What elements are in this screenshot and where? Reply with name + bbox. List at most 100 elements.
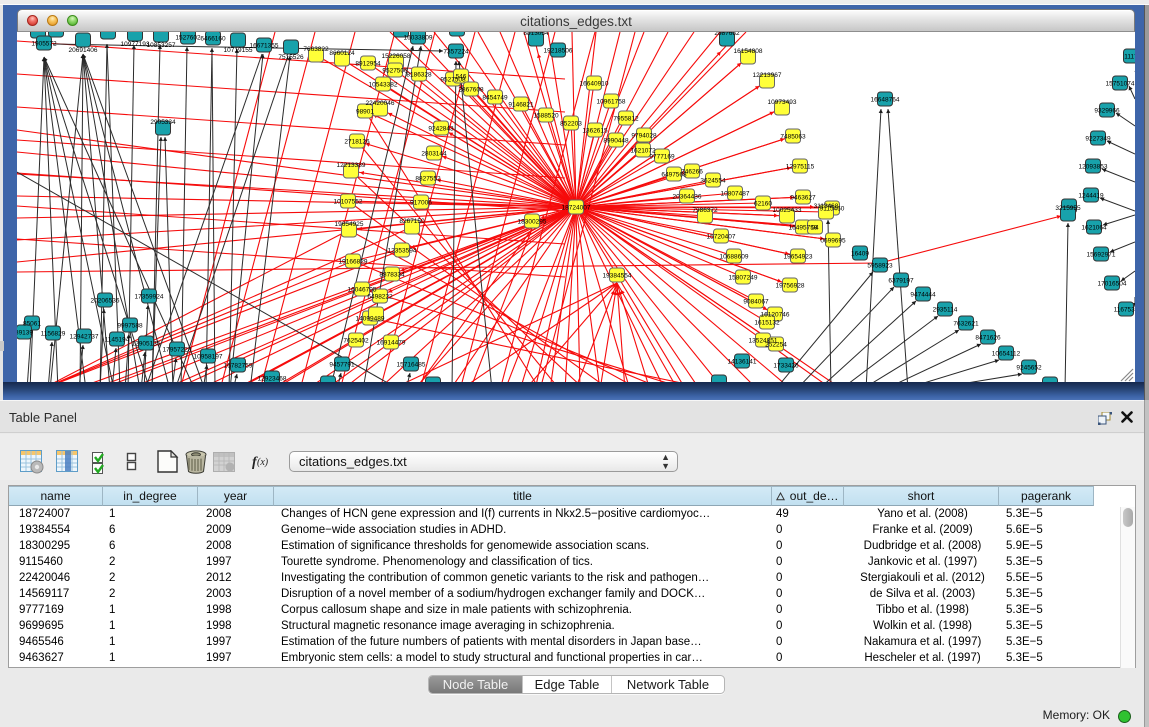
svg-text:9242843: 9242843 bbox=[428, 126, 454, 133]
svg-text:917006: 917006 bbox=[410, 200, 432, 207]
svg-text:852203: 852203 bbox=[560, 121, 582, 128]
svg-text:10961758: 10961758 bbox=[597, 99, 626, 106]
svg-text:2935114: 2935114 bbox=[933, 307, 958, 314]
svg-text:252254: 252254 bbox=[765, 342, 787, 349]
svg-text:9997588: 9997588 bbox=[117, 323, 143, 330]
svg-text:19166829: 19166829 bbox=[339, 259, 368, 266]
svg-text:7625402: 7625402 bbox=[343, 338, 369, 345]
svg-text:16914479: 16914479 bbox=[377, 340, 406, 347]
svg-text:22420046: 22420046 bbox=[366, 100, 395, 107]
svg-text:6498222: 6498222 bbox=[367, 294, 393, 301]
svg-text:12942737: 12942737 bbox=[70, 334, 99, 341]
svg-text:19756928: 19756928 bbox=[776, 283, 805, 290]
svg-text:3215955: 3215955 bbox=[1055, 205, 1081, 212]
svg-text:15751074: 15751074 bbox=[1106, 81, 1135, 88]
svg-text:1588520: 1588520 bbox=[533, 113, 559, 120]
svg-text:8878334: 8878334 bbox=[379, 272, 405, 279]
svg-text:12093853: 12093853 bbox=[1079, 164, 1108, 171]
svg-text:16782759: 16782759 bbox=[224, 363, 253, 370]
svg-text:2887682: 2887682 bbox=[714, 32, 740, 37]
svg-text:16033809: 16033809 bbox=[404, 35, 433, 42]
svg-text:8267150: 8267150 bbox=[399, 218, 425, 225]
svg-text:8454749: 8454749 bbox=[482, 95, 508, 102]
svg-text:16120746: 16120746 bbox=[761, 312, 790, 319]
svg-text:7663822: 7663822 bbox=[303, 46, 329, 53]
svg-text:14099489: 14099489 bbox=[356, 316, 385, 323]
svg-text:85061: 85061 bbox=[23, 321, 41, 328]
svg-text:6466160: 6466160 bbox=[200, 36, 226, 43]
svg-text:17359924: 17359924 bbox=[135, 294, 164, 301]
svg-text:1117: 1117 bbox=[1124, 54, 1135, 61]
svg-text:8660124: 8660124 bbox=[329, 50, 355, 57]
svg-text:15692971: 15692971 bbox=[1087, 252, 1116, 259]
svg-text:9457791: 9457791 bbox=[329, 362, 355, 369]
svg-text:7632621: 7632621 bbox=[953, 321, 979, 328]
svg-text:(x): (x) bbox=[257, 457, 269, 468]
svg-text:1145194: 1145194 bbox=[105, 337, 130, 344]
svg-text:9474444: 9474444 bbox=[910, 292, 936, 299]
svg-text:1615132: 1615132 bbox=[754, 320, 780, 327]
svg-text:19654923: 19654923 bbox=[784, 254, 813, 261]
svg-text:10025433: 10025433 bbox=[773, 207, 802, 214]
svg-text:9794028: 9794028 bbox=[631, 133, 657, 140]
svg-text:62160: 62160 bbox=[754, 201, 772, 208]
svg-text:10973493: 10973493 bbox=[768, 99, 797, 106]
svg-text:15226058: 15226058 bbox=[382, 53, 411, 60]
svg-text:17016504: 17016504 bbox=[1098, 281, 1127, 288]
svg-text:1167533: 1167533 bbox=[1114, 307, 1135, 314]
svg-text:10719155: 10719155 bbox=[224, 47, 253, 54]
svg-text:16409: 16409 bbox=[851, 251, 869, 258]
svg-text:16648764: 16648764 bbox=[871, 97, 900, 104]
svg-text:10958197: 10958197 bbox=[194, 354, 223, 361]
svg-text:10807487: 10807487 bbox=[721, 191, 750, 198]
svg-text:8186328: 8186328 bbox=[406, 72, 432, 79]
svg-text:9146821: 9146821 bbox=[508, 102, 534, 109]
svg-text:5958923: 5958923 bbox=[867, 263, 893, 270]
svg-text:1527602: 1527602 bbox=[175, 35, 201, 42]
svg-text:3624554: 3624554 bbox=[700, 178, 726, 185]
svg-text:1244419: 1244419 bbox=[1078, 193, 1104, 200]
svg-text:8912954: 8912954 bbox=[355, 61, 381, 68]
svg-text:2905334: 2905334 bbox=[150, 119, 176, 126]
svg-text:8827552: 8827552 bbox=[415, 176, 441, 183]
svg-text:98901: 98901 bbox=[356, 109, 374, 116]
svg-text:9463627: 9463627 bbox=[790, 195, 816, 202]
svg-text:10977193: 10977193 bbox=[121, 41, 150, 48]
svg-text:9329966: 9329966 bbox=[1094, 108, 1120, 115]
svg-text:0699695: 0699695 bbox=[820, 238, 846, 245]
svg-text:9777169: 9777169 bbox=[649, 154, 675, 161]
svg-text:16640910: 16640910 bbox=[580, 81, 609, 88]
svg-text:1621064: 1621064 bbox=[1081, 225, 1107, 232]
svg-text:1156829: 1156829 bbox=[41, 331, 66, 338]
svg-text:12213967: 12213967 bbox=[753, 72, 782, 79]
svg-text:8813054: 8813054 bbox=[523, 32, 549, 37]
svg-text:12353594: 12353594 bbox=[388, 248, 417, 255]
svg-text:10654112: 10654112 bbox=[992, 351, 1021, 358]
svg-text:2718126: 2718126 bbox=[344, 139, 370, 146]
svg-text:16046795: 16046795 bbox=[348, 287, 377, 294]
svg-text:19384554: 19384554 bbox=[603, 273, 632, 280]
svg-text:8471626: 8471626 bbox=[975, 335, 1001, 342]
svg-text:746266: 746266 bbox=[681, 169, 703, 176]
svg-text:20364436: 20364436 bbox=[673, 194, 702, 201]
svg-text:17957223: 17957223 bbox=[163, 347, 192, 354]
svg-text:7485063: 7485063 bbox=[780, 134, 806, 141]
svg-text:04: 04 bbox=[811, 225, 819, 232]
svg-text:1733426: 1733426 bbox=[773, 363, 799, 370]
svg-text:9245652: 9245652 bbox=[1016, 365, 1042, 372]
svg-text:8990448: 8990448 bbox=[603, 138, 629, 145]
svg-text:9227349: 9227349 bbox=[1085, 136, 1111, 143]
svg-text:3113468: 3113468 bbox=[814, 203, 839, 210]
svg-text:19218506: 19218506 bbox=[544, 48, 573, 55]
svg-text:20206536: 20206536 bbox=[91, 298, 120, 305]
svg-text:10543382: 10543382 bbox=[369, 82, 398, 89]
svg-text:18724007: 18724007 bbox=[562, 205, 591, 212]
svg-text:10107552: 10107552 bbox=[334, 199, 363, 206]
svg-text:2803144: 2803144 bbox=[421, 151, 447, 158]
svg-text:16671355: 16671355 bbox=[250, 43, 279, 50]
svg-text:9527506: 9527506 bbox=[382, 68, 408, 75]
svg-text:7955812: 7955812 bbox=[613, 116, 639, 123]
svg-text:18300295: 18300295 bbox=[518, 219, 547, 226]
svg-text:20691406: 20691406 bbox=[69, 47, 98, 54]
svg-text:6379197: 6379197 bbox=[888, 278, 914, 285]
